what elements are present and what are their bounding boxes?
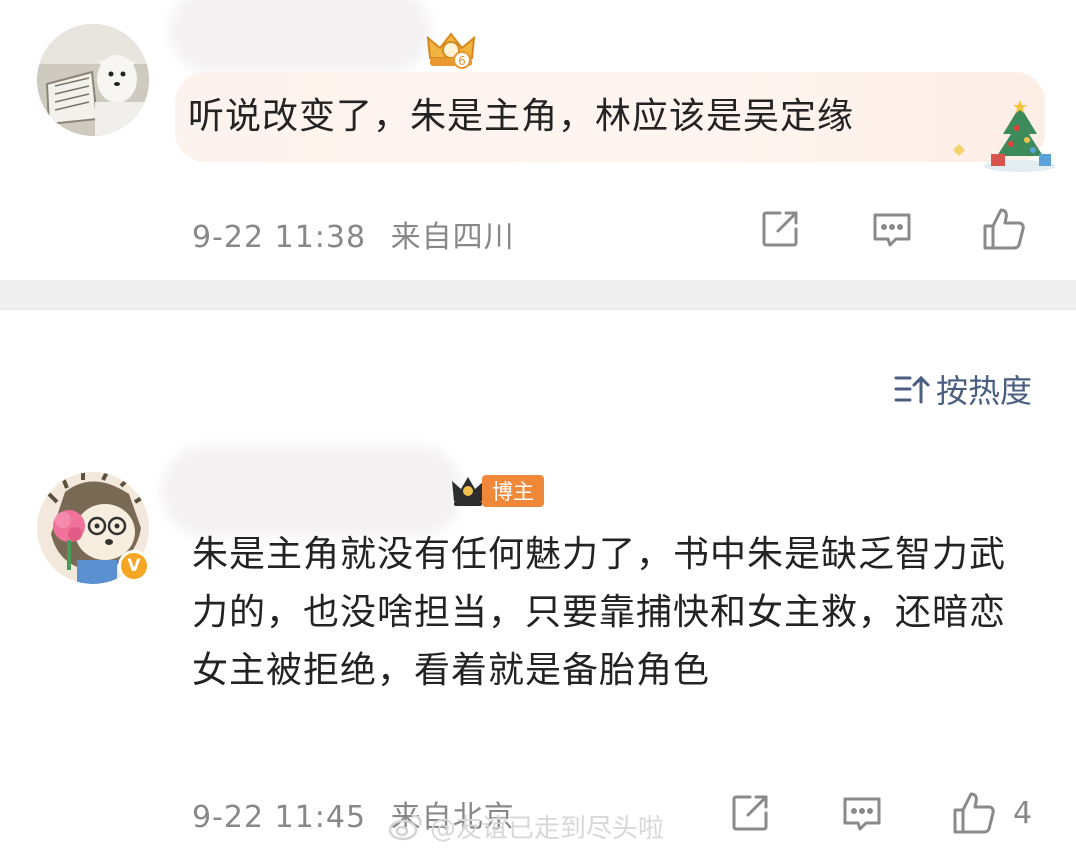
watermark-text: @友谊已走到尽头啦: [430, 814, 665, 844]
crown-icon[interactable]: 6: [424, 30, 478, 70]
share-button[interactable]: [755, 204, 805, 254]
comment-meta: 9-22 11:38 来自四川: [192, 212, 515, 256]
comment-actions: 4: [725, 788, 1032, 838]
like-count: 4: [1013, 795, 1033, 831]
username-blurred[interactable]: [172, 456, 452, 526]
comment-item: 6 听说改变了，朱是主角，林应该是吴定缘 9-22 11:38 来自四川: [0, 0, 1076, 280]
comment-icon: [873, 213, 911, 247]
comment-text: 朱是主角就没有任何魅力了，书中朱是缺乏智力武力的，也没啥担当，只要靠捕快和女主救…: [192, 534, 1007, 691]
like-button[interactable]: [949, 788, 999, 838]
comment-actions: [755, 204, 1029, 254]
thumbs-up-icon: [983, 208, 1025, 250]
comment-button[interactable]: [867, 204, 917, 254]
comment-text: 听说改变了，朱是主角，林应该是吴定缘: [188, 96, 855, 137]
christmas-tree-decoration: [945, 100, 1056, 172]
sort-by-hot-button[interactable]: 按热度: [894, 366, 1032, 412]
watermark: @友谊已走到尽头啦: [388, 808, 664, 845]
weibo-icon: [388, 814, 422, 840]
comment-location: 来自四川: [390, 220, 515, 255]
share-button[interactable]: [725, 788, 775, 838]
section-divider: [0, 280, 1076, 310]
svg-text:6: 6: [458, 54, 466, 68]
blogger-badge: 博主: [450, 470, 544, 512]
comment-button[interactable]: [837, 788, 887, 838]
blogger-badge-label: 博主: [482, 475, 544, 507]
sort-label: 按热度: [935, 372, 1032, 410]
comment-time: 9-22 11:38: [192, 220, 367, 255]
share-icon: [762, 211, 798, 247]
like-button[interactable]: [979, 204, 1029, 254]
crown-icon: [452, 477, 484, 506]
sort-icon: [894, 375, 930, 404]
thumbs-up-icon: [953, 792, 995, 834]
comment-time: 9-22 11:45: [192, 800, 367, 835]
comment-item: V 博主 朱是主角就没有任何魅力了，书中朱是缺乏智力武力的，也没啥担当，只要靠捕…: [0, 440, 1076, 852]
share-icon: [732, 795, 768, 831]
verified-badge: V: [118, 550, 150, 582]
username-blurred[interactable]: [180, 0, 420, 62]
comment-icon: [843, 797, 881, 831]
avatar[interactable]: [37, 24, 149, 136]
